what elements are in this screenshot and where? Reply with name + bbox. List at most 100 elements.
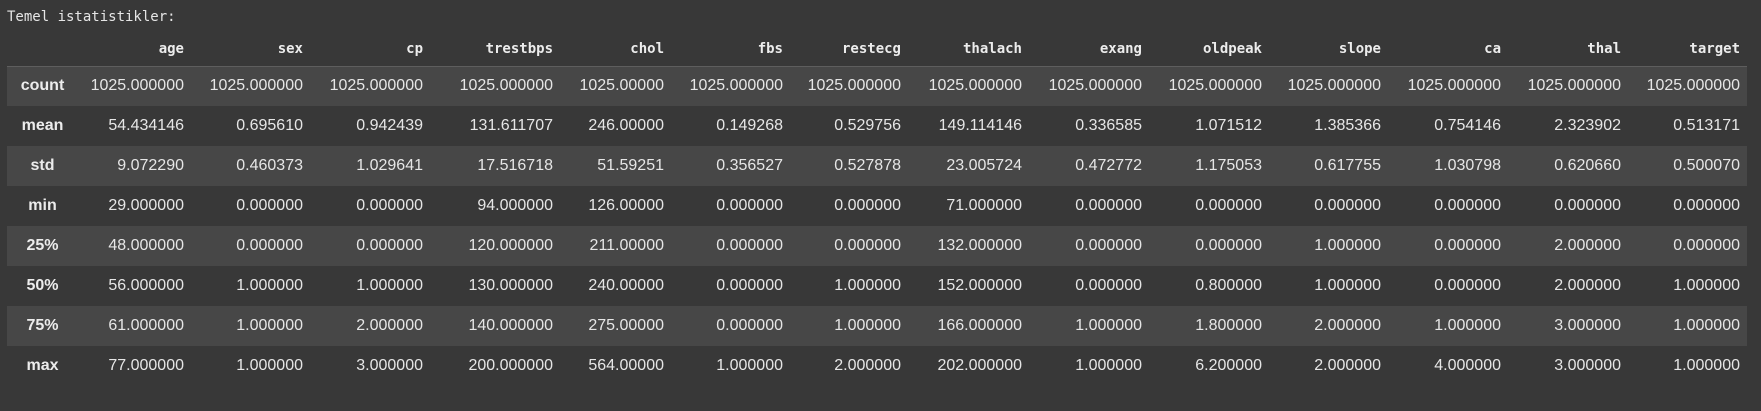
table-cell: 1025.000000: [689, 77, 783, 95]
table-cell: 0.800000: [1195, 277, 1262, 294]
table-cell: 202.000000: [937, 357, 1022, 374]
table-cell: 0.000000: [1075, 237, 1142, 254]
table-cell: 1.000000: [1673, 357, 1740, 374]
table-cell: 1025.000000: [90, 77, 184, 95]
table-cell: 1025.000000: [209, 77, 303, 95]
column-header: ca: [1484, 41, 1501, 58]
table-cell: 1.000000: [834, 277, 901, 294]
table-body: count 1025.000000 1025.000000 1025.000000 10…: [7, 66, 1747, 386]
table-cell: 51.59251: [597, 157, 664, 174]
table-cell: 94.000000: [477, 197, 553, 214]
column-header: oldpeak: [1202, 41, 1262, 58]
table-cell: 0.000000: [1673, 197, 1740, 214]
table-cell: 240.00000: [588, 277, 664, 294]
table-cell: 1.030798: [1434, 157, 1501, 174]
table-cell: 126.00000: [588, 197, 664, 214]
table-cell: 1.000000: [236, 277, 303, 294]
table-cell: 246.00000: [588, 117, 664, 134]
table-cell: 0.942439: [356, 117, 423, 134]
column-header: fbs: [757, 41, 783, 58]
row-label: 75%: [26, 317, 59, 334]
table-row: 75% 61.000000 1.000000 2.000000 140.000000 27…: [7, 306, 1747, 346]
row-label: max: [26, 357, 59, 374]
table-cell: 1025.000000: [1527, 77, 1621, 95]
table-cell: 2.000000: [834, 357, 901, 374]
table-cell: 0.000000: [834, 237, 901, 254]
row-label: mean: [21, 117, 64, 134]
table-row: std 9.072290 0.460373 1.029641 17.516718 51.5…: [7, 146, 1747, 186]
table-cell: 1.000000: [1314, 237, 1381, 254]
column-header: thal: [1587, 41, 1621, 58]
table-cell: 2.000000: [1554, 277, 1621, 294]
table-cell: 0.000000: [1195, 237, 1262, 254]
index-header: [7, 33, 78, 66]
table-cell: 1025.000000: [807, 77, 901, 95]
table-cell: 1.000000: [716, 357, 783, 374]
table-cell: 9.072290: [117, 157, 184, 174]
table-cell: 120.000000: [468, 237, 553, 254]
row-label: count: [20, 77, 65, 95]
table-cell: 0.500070: [1673, 157, 1740, 174]
table-cell: 1.175053: [1195, 157, 1262, 174]
column-header: chol: [630, 41, 664, 58]
table-cell: 0.000000: [356, 197, 423, 214]
table-cell: 166.000000: [937, 317, 1022, 334]
table-cell: 6.200000: [1195, 357, 1262, 374]
table-cell: 0.000000: [1075, 197, 1142, 214]
table-cell: 4.000000: [1434, 357, 1501, 374]
table-cell: 1.000000: [1673, 317, 1740, 334]
table-cell: 3.000000: [1554, 317, 1621, 334]
table-cell: 2.000000: [1554, 237, 1621, 254]
table-cell: 0.149268: [716, 117, 783, 134]
table-cell: 2.000000: [356, 317, 423, 334]
table-cell: 0.000000: [716, 277, 783, 294]
table-cell: 0.000000: [1434, 237, 1501, 254]
table-header: age sex cp trestbps chol fbs restecg tha…: [7, 33, 1747, 66]
output-caption: Temel istatistikler:: [7, 9, 176, 25]
column-header: restecg: [841, 41, 901, 58]
table-cell: 130.000000: [468, 277, 553, 294]
table-cell: 1.000000: [356, 277, 423, 294]
table-cell: 1025.000000: [459, 77, 553, 95]
table-cell: 0.000000: [236, 237, 303, 254]
row-label: min: [28, 197, 57, 214]
row-label: 25%: [26, 237, 59, 254]
header-row: age sex cp trestbps chol fbs restecg tha…: [7, 33, 1747, 66]
table-cell: 0.000000: [716, 197, 783, 214]
column-header: age: [158, 41, 184, 58]
table-cell: 54.434146: [108, 117, 184, 134]
table-cell: 0.000000: [1075, 277, 1142, 294]
table-cell: 0.000000: [716, 237, 783, 254]
table-cell: 1.000000: [1434, 317, 1501, 334]
table-cell: 0.472772: [1075, 157, 1142, 174]
table-cell: 0.460373: [236, 157, 303, 174]
table-cell: 1.000000: [1075, 317, 1142, 334]
table-cell: 131.611707: [469, 117, 553, 134]
table-cell: 564.00000: [588, 357, 664, 374]
table-cell: 0.000000: [1554, 197, 1621, 214]
table-cell: 140.000000: [468, 317, 553, 334]
table-cell: 3.000000: [1554, 357, 1621, 374]
table-cell: 132.000000: [937, 237, 1022, 254]
table-cell: 1.000000: [1673, 277, 1740, 294]
table-row: 25% 48.000000 0.000000 0.000000 120.000000 21…: [7, 226, 1747, 266]
table-cell: 1025.000000: [928, 77, 1022, 95]
table-cell: 275.00000: [588, 317, 664, 334]
table-cell: 0.513171: [1673, 117, 1740, 134]
table-cell: 61.000000: [108, 317, 184, 334]
table-row: 50% 56.000000 1.000000 1.000000 130.000000 24…: [7, 266, 1747, 306]
table-cell: 0.617755: [1314, 157, 1381, 174]
table-cell: 200.000000: [468, 357, 553, 374]
table-cell: 0.336585: [1075, 117, 1142, 134]
table-cell: 3.000000: [356, 357, 423, 374]
table-cell: 1025.000000: [1646, 77, 1740, 95]
column-header: cp: [406, 41, 423, 58]
table-row: mean 54.434146 0.695610 0.942439 131.611707 2…: [7, 106, 1747, 146]
table-cell: 0.000000: [236, 197, 303, 214]
table-cell: 2.000000: [1314, 357, 1381, 374]
table-cell: 1.071512: [1195, 117, 1262, 134]
table-cell: 23.005724: [946, 157, 1022, 174]
table-cell: 1.000000: [236, 357, 303, 374]
table-cell: 0.000000: [1434, 197, 1501, 214]
table-row: max 77.000000 1.000000 3.000000 200.000000 56…: [7, 346, 1747, 386]
